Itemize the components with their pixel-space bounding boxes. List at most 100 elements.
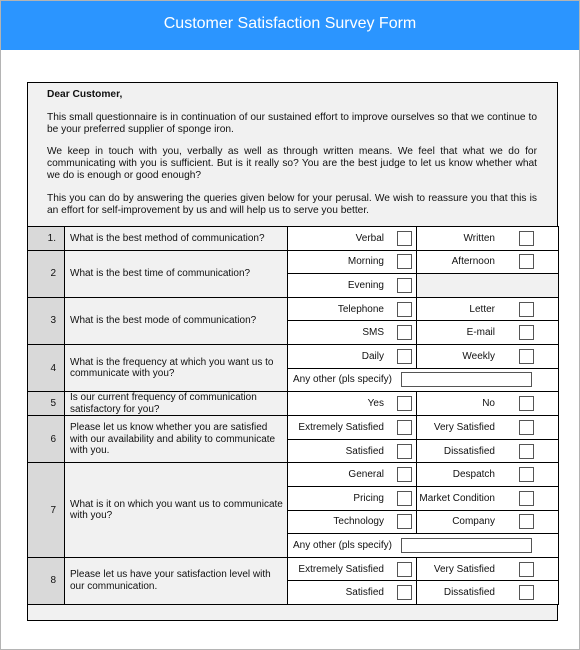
option-checkbox[interactable] xyxy=(519,396,534,412)
intro-paragraph: We keep in touch with you, verbally as w… xyxy=(47,146,537,181)
option-cell: Extremely Satisfied xyxy=(287,415,417,440)
option-cell: E-mail xyxy=(416,320,559,345)
question-row: 3 What is the best mode of communication… xyxy=(27,296,559,345)
other-cell: Any other (pls specify) xyxy=(287,367,559,393)
empty-cell xyxy=(416,273,559,298)
option-cell: Yes xyxy=(287,391,417,417)
option-label: No xyxy=(482,398,495,410)
option-cell: Dissatisfied xyxy=(416,438,559,464)
option-cell: Afternoon xyxy=(416,249,559,275)
option-cell: Daily xyxy=(287,343,417,369)
option-checkbox[interactable] xyxy=(519,301,534,317)
option-checkbox[interactable] xyxy=(397,230,412,246)
question-text: Please let us have your satisfaction lev… xyxy=(64,556,288,605)
option-checkbox[interactable] xyxy=(397,254,412,270)
option-checkbox[interactable] xyxy=(397,419,412,435)
option-label: Company xyxy=(452,516,495,528)
option-label: Morning xyxy=(347,256,384,268)
option-cell: No xyxy=(416,391,559,417)
option-cell: Morning xyxy=(287,249,417,275)
question-text: Is our current frequency of communicatio… xyxy=(64,391,288,417)
option-checkbox[interactable] xyxy=(519,419,534,435)
question-text: What is the best time of communication? xyxy=(64,249,288,298)
option-cell: Letter xyxy=(416,296,559,322)
option-checkbox[interactable] xyxy=(519,325,534,341)
option-label: Extremely Satisfied xyxy=(298,421,384,433)
option-checkbox[interactable] xyxy=(519,514,534,530)
option-label: Dissatisfied xyxy=(443,445,495,457)
questions-table: 1. What is the best method of communicat… xyxy=(27,226,559,605)
question-text: What is the best method of communication… xyxy=(64,226,288,251)
option-label: Very Satisfied xyxy=(433,421,495,433)
option-cell: Very Satisfied xyxy=(416,556,559,582)
option-checkbox[interactable] xyxy=(519,230,534,246)
option-label: Pricing xyxy=(353,492,384,504)
option-checkbox[interactable] xyxy=(397,396,412,412)
option-checkbox[interactable] xyxy=(397,277,412,293)
option-checkbox[interactable] xyxy=(397,301,412,317)
option-checkbox[interactable] xyxy=(519,561,534,577)
question-text: What is it on which you want us to commu… xyxy=(64,462,288,558)
question-number: 5 xyxy=(27,391,65,417)
question-text: What is the frequency at which you want … xyxy=(64,343,288,393)
option-cell: Pricing xyxy=(287,485,417,511)
option-label: Very Satisfied xyxy=(433,563,495,575)
option-cell: General xyxy=(287,462,417,487)
other-label: Any other (pls specify) xyxy=(293,539,392,551)
question-row: 2 What is the best time of communication… xyxy=(27,249,559,298)
option-checkbox[interactable] xyxy=(519,467,534,483)
greeting: Dear Customer, xyxy=(47,89,123,100)
option-label: Verbal xyxy=(355,232,384,244)
question-row: 4 What is the frequency at which you wan… xyxy=(27,343,559,393)
option-checkbox[interactable] xyxy=(397,585,412,601)
option-checkbox[interactable] xyxy=(519,254,534,270)
option-checkbox[interactable] xyxy=(397,325,412,341)
intro-letter: Dear Customer, This small questionnaire … xyxy=(28,83,557,227)
option-cell: Evening xyxy=(287,273,417,298)
option-label: Afternoon xyxy=(451,256,495,268)
question-number: 6 xyxy=(27,415,65,464)
option-label: Satisfied xyxy=(345,587,384,599)
option-checkbox[interactable] xyxy=(397,348,412,364)
option-cell: Company xyxy=(416,509,559,535)
option-label: SMS xyxy=(362,327,384,339)
option-cell: Despatch xyxy=(416,462,559,487)
option-cell: Extremely Satisfied xyxy=(287,556,417,582)
option-label: Evening xyxy=(347,279,384,291)
other-cell: Any other (pls specify) xyxy=(287,533,559,558)
option-checkbox[interactable] xyxy=(519,348,534,364)
option-cell: Verbal xyxy=(287,226,417,251)
option-label: Yes xyxy=(367,398,384,410)
other-specify-input[interactable] xyxy=(400,537,532,553)
option-cell: Very Satisfied xyxy=(416,415,559,440)
question-row: 8 Please let us have your satisfaction l… xyxy=(27,556,559,605)
option-checkbox[interactable] xyxy=(397,490,412,506)
option-cell: Weekly xyxy=(416,343,559,369)
option-checkbox[interactable] xyxy=(519,490,534,506)
option-cell: Written xyxy=(416,226,559,251)
question-number: 8 xyxy=(27,556,65,605)
question-row: 7 What is it on which you want us to com… xyxy=(27,462,559,558)
question-number: 2 xyxy=(27,249,65,298)
option-label: Letter xyxy=(469,303,495,315)
option-cell: Telephone xyxy=(287,296,417,322)
option-label: General xyxy=(348,469,384,481)
page-title: Customer Satisfaction Survey Form xyxy=(1,1,579,50)
option-label: Technology xyxy=(333,516,384,528)
option-checkbox[interactable] xyxy=(519,443,534,459)
option-label: E-mail xyxy=(466,327,495,339)
question-number: 1. xyxy=(27,226,65,251)
question-row: 5 Is our current frequency of communicat… xyxy=(27,391,559,417)
option-checkbox[interactable] xyxy=(397,514,412,530)
question-text: Please let us know whether you are satis… xyxy=(64,415,288,464)
option-checkbox[interactable] xyxy=(397,443,412,459)
option-label: Weekly xyxy=(462,350,495,362)
option-cell: Technology xyxy=(287,509,417,535)
option-label: Satisfied xyxy=(345,445,384,457)
question-number: 4 xyxy=(27,343,65,393)
option-checkbox[interactable] xyxy=(397,561,412,577)
question-text: What is the best mode of communication? xyxy=(64,296,288,345)
other-specify-input[interactable] xyxy=(400,372,532,388)
option-checkbox[interactable] xyxy=(519,585,534,601)
option-checkbox[interactable] xyxy=(397,467,412,483)
